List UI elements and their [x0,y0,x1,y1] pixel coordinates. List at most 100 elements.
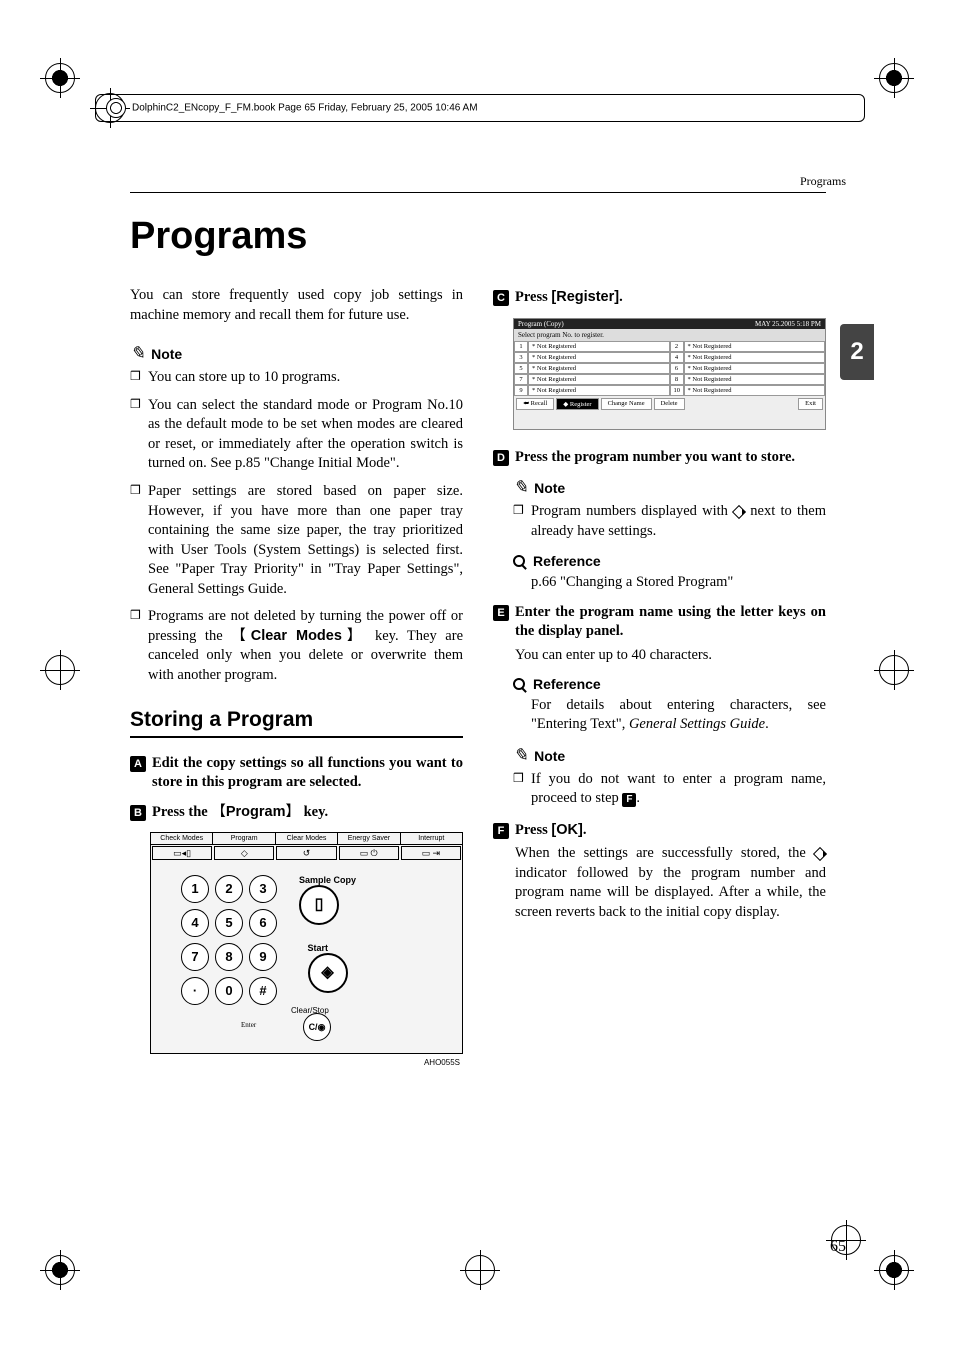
cell: 4 [670,352,684,363]
crop-mark-icon [874,1250,914,1290]
note-list: If you do not want to enter a program na… [513,770,826,809]
step-number-icon: F [493,823,509,839]
cell: * Not Registered [684,385,826,396]
cell: * Not Registered [528,374,670,385]
note-list: You can store up to 10 programs. You can… [130,368,463,685]
key-0: 0 [215,977,243,1005]
reference-heading: Reference [513,553,826,569]
columns: You can store frequently used copy job s… [130,286,826,1054]
figure-top-labels: Check Modes Program Clear Modes Energy S… [151,833,462,845]
screen-subtitle: Select program No. to register. [514,329,825,341]
sample-copy-icon: ▯ [299,885,339,925]
reference-text: p.66 "Changing a Stored Program" [513,573,826,593]
step-number-icon: A [130,756,146,772]
crop-mark-icon [40,58,80,98]
note-heading: Note [130,343,463,364]
tech-header-text: DolphinC2_ENcopy_F_FM.book Page 65 Frida… [106,98,854,118]
enter-label: Enter [241,1021,256,1029]
keypad-figure: Check Modes Program Clear Modes Energy S… [150,832,463,1054]
key-dot: · [181,977,209,1005]
reference-icon [513,555,525,567]
page-number: 65 [830,1238,846,1256]
note-item: Paper settings are stored based on paper… [130,482,463,599]
key-3: 3 [249,875,277,903]
program-stored-icon [733,506,745,518]
cell: 5 [514,363,528,374]
step-number-icon: C [493,290,509,306]
left-column: You can store frequently used copy job s… [130,286,463,1054]
clear-stop-icon: C/◉ [303,1013,331,1041]
energy-saver-icon: ▭ ⏻ [339,846,399,860]
interrupt-icon: ▭ ⇥ [401,846,461,860]
key-8: 8 [215,943,243,971]
cell: 9 [514,385,528,396]
note-item: You can store up to 10 programs. [130,368,463,388]
label: Interrupt [401,833,462,844]
step-number-icon: E [493,605,509,621]
section-heading: Storing a Program [130,708,463,738]
key-4: 4 [181,909,209,937]
cell: 3 [514,352,528,363]
note-list: Program numbers displayed with next to t… [513,502,826,541]
chapter-tab: 2 [840,324,874,380]
crop-mark-icon [874,58,914,98]
cell: * Not Registered [684,374,826,385]
cell: 1 [514,341,528,352]
cell: * Not Registered [528,385,670,396]
step-2: B Press the Program key. [130,803,463,823]
key-1: 1 [181,875,209,903]
crop-mark-icon [40,650,80,690]
step-5-sub: Reference For details about entering cha… [493,676,826,809]
right-buttons: Sample Copy ▯ Start ◈ [299,875,356,1005]
step-text: Press [OK]. [515,822,586,838]
step-text: Enter the program name using the letter … [515,604,826,640]
start-icon: ◈ [308,953,348,993]
cell: 2 [670,341,684,352]
screen-figure: Program (Copy) MAY 25.2005 5:18 PM Selec… [513,318,826,430]
crop-mark-icon [460,1250,500,1290]
cell: * Not Registered [684,363,826,374]
figure-icon-row: ▭◂▯ ◇ ↺ ▭ ⏻ ▭ ⇥ [151,845,462,861]
note-heading: Note [513,477,826,498]
exit-button: Exit [798,398,823,410]
step-after-text: You can enter up to 40 characters. [515,646,826,666]
clear-modes-key: Clear Modes [231,628,366,644]
register-button: ◆ Register [556,398,598,410]
note-item: Program numbers displayed with next to t… [513,502,826,541]
screen-title: Program (Copy) [518,320,564,328]
cell: * Not Registered [528,363,670,374]
key-5: 5 [215,909,243,937]
number-keys: 1 2 3 4 5 6 7 8 9 · 0 # [181,875,277,1005]
header-rule [130,192,826,193]
sample-copy-label: Sample Copy ▯ [299,875,356,925]
cell: 10 [670,385,684,396]
check-modes-icon: ▭◂▯ [152,846,212,860]
program-icon: ◇ [214,846,274,860]
cell: * Not Registered [684,352,826,363]
key-7: 7 [181,943,209,971]
note-heading: Note [513,745,826,766]
step-4: D Press the program number you want to s… [493,448,826,468]
reference-icon [513,678,525,690]
step-after-text: When the settings are successfully store… [515,844,826,922]
recall-button: ⮨ Recall [516,398,554,410]
program-stored-icon [814,848,826,860]
step-number-icon: B [130,805,146,821]
content-area: Programs You can store frequently used c… [130,215,826,1054]
label: Program [213,833,275,844]
reference-text: For details about entering characters, s… [513,696,826,735]
cell: 8 [670,374,684,385]
keypad-area: 1 2 3 4 5 6 7 8 9 · 0 # [151,861,462,1009]
figure-caption: AHO055S [424,1058,460,1067]
program-key: Program [211,804,300,820]
cell: * Not Registered [684,341,826,352]
label: Clear Modes [276,833,338,844]
note-item: Programs are not deleted by turning the … [130,607,463,685]
step-ref-icon: F [622,793,636,807]
cell: * Not Registered [528,352,670,363]
key-6: 6 [249,909,277,937]
note-item: If you do not want to enter a program na… [513,770,826,809]
label: Check Modes [151,833,213,844]
label: Energy Saver [338,833,400,844]
step-text: Press [Register]. [515,289,623,305]
